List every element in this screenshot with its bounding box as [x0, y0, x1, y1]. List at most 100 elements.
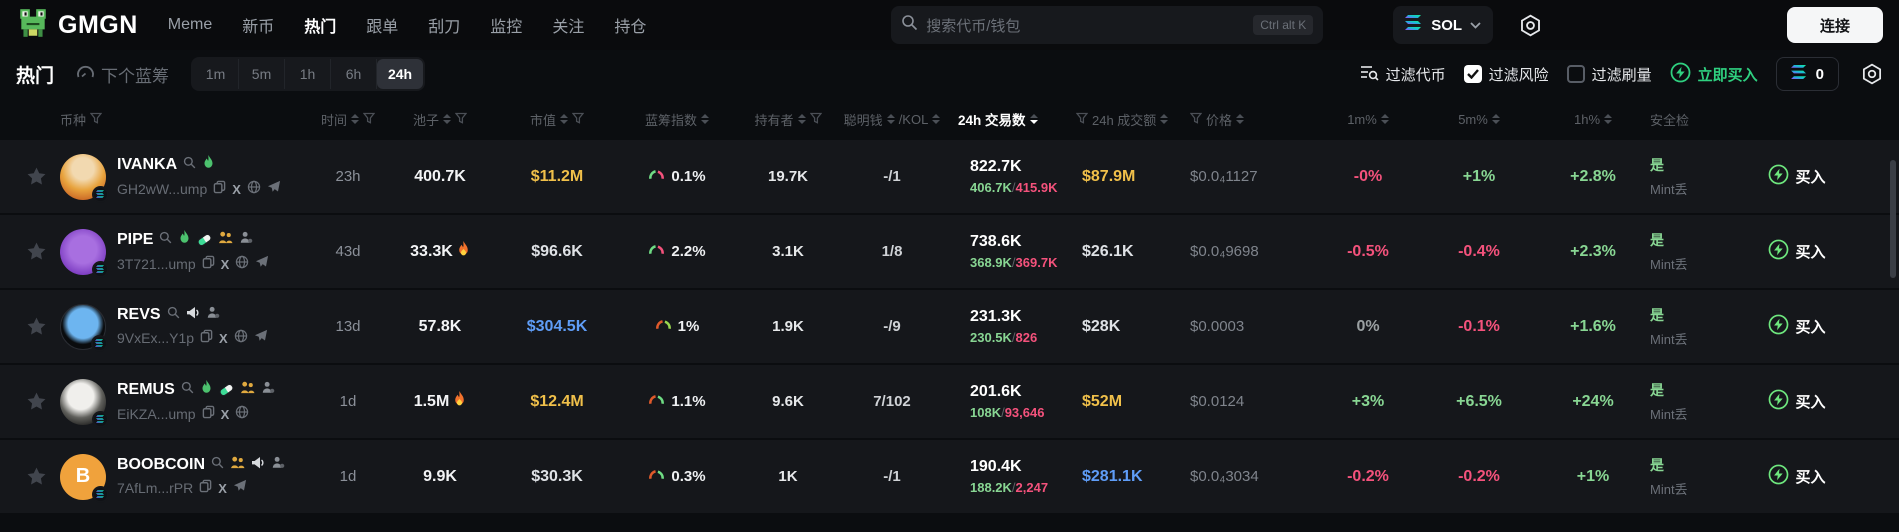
token-avatar[interactable]: [60, 303, 108, 352]
sort-icon-active[interactable]: [1029, 114, 1038, 124]
filter-funnel-icon[interactable]: [809, 112, 822, 127]
x-social-icon[interactable]: X: [221, 258, 230, 271]
filter-funnel-icon[interactable]: [1075, 112, 1089, 127]
buy-button[interactable]: 买入: [1768, 239, 1826, 264]
nav-item-hot[interactable]: 热门: [304, 13, 336, 37]
nav-item-copytrade[interactable]: 跟单: [366, 13, 398, 37]
header-price[interactable]: 价格: [1182, 110, 1314, 129]
header-bluechip[interactable]: 蓝筹指数: [618, 110, 736, 129]
nav-item-meme[interactable]: Meme: [168, 16, 212, 34]
table-row[interactable]: B BOOBCOIN 7AfLm...rPR X 1d 9.9K $30.3K: [0, 440, 1899, 515]
settings-icon[interactable]: [1861, 63, 1883, 85]
table-row[interactable]: REVS 9VxEx...Y1p X 13d 57.8K $304.5K 1% …: [0, 290, 1899, 365]
header-1m[interactable]: 1m%: [1314, 112, 1422, 127]
search-icon[interactable]: [181, 381, 194, 399]
x-social-icon[interactable]: X: [232, 183, 241, 196]
header-holders[interactable]: 持有者: [736, 110, 840, 129]
token-avatar[interactable]: [60, 228, 109, 278]
token-cell[interactable]: REVS 9VxEx...Y1p X: [60, 303, 312, 352]
sort-icon[interactable]: [797, 114, 806, 124]
filter-funnel-icon[interactable]: [362, 112, 376, 127]
scrollbar[interactable]: [1890, 160, 1896, 278]
timeframe-6h[interactable]: 6h: [331, 59, 378, 89]
sort-icon[interactable]: [701, 114, 709, 124]
timeframe-1h[interactable]: 1h: [285, 59, 332, 89]
filter-risk-checkbox[interactable]: 过滤风险: [1463, 64, 1549, 85]
favorite-star-icon[interactable]: [12, 166, 60, 187]
header-5m[interactable]: 5m%: [1422, 112, 1536, 127]
sort-icon[interactable]: [443, 114, 451, 124]
token-avatar[interactable]: B: [60, 453, 109, 503]
favorite-star-icon[interactable]: [12, 241, 60, 262]
sort-icon[interactable]: [1380, 114, 1389, 124]
token-avatar[interactable]: [60, 378, 109, 428]
header-mcap[interactable]: 市值: [496, 110, 618, 129]
header-1h[interactable]: 1h%: [1536, 112, 1650, 127]
token-cell[interactable]: IVANKA GH2wW...ump X: [60, 153, 312, 203]
sort-icon[interactable]: [886, 114, 895, 124]
copy-icon[interactable]: [202, 255, 215, 274]
copy-icon[interactable]: [200, 329, 213, 348]
nav-item-monitor[interactable]: 监控: [490, 13, 522, 37]
buy-button[interactable]: 买入: [1768, 164, 1826, 189]
favorite-star-icon[interactable]: [12, 466, 60, 487]
search-icon[interactable]: [167, 306, 180, 324]
sort-icon[interactable]: [351, 114, 359, 124]
header-pool[interactable]: 池子: [384, 110, 496, 129]
nav-item-holdings[interactable]: 持仓: [614, 13, 646, 37]
filter-funnel-icon[interactable]: [89, 112, 103, 127]
buy-button[interactable]: 买入: [1768, 314, 1826, 339]
sort-icon[interactable]: [1604, 114, 1613, 124]
buy-button[interactable]: 买入: [1768, 464, 1826, 489]
header-token[interactable]: 币种: [60, 110, 312, 129]
buy-button[interactable]: 买入: [1768, 389, 1826, 414]
token-name[interactable]: IVANKA: [117, 156, 177, 174]
token-name[interactable]: REVS: [117, 306, 161, 324]
token-name[interactable]: PIPE: [117, 231, 153, 249]
search-icon[interactable]: [211, 456, 224, 474]
nav-item-new[interactable]: 新币: [242, 13, 274, 37]
telegram-icon[interactable]: [255, 255, 269, 273]
nav-item-follow[interactable]: 关注: [552, 13, 584, 37]
filter-funnel-icon[interactable]: [454, 112, 468, 127]
table-row[interactable]: REMUS EiKZA...ump X 1d 1.5M $12.4M 1.1% …: [0, 365, 1899, 440]
brand-logo[interactable]: GMGN: [16, 6, 138, 45]
globe-icon[interactable]: [247, 180, 261, 199]
timeframe-24h[interactable]: 24h: [377, 59, 424, 89]
x-social-icon[interactable]: X: [221, 408, 230, 421]
filter-funnel-icon[interactable]: [1189, 112, 1203, 127]
search-icon[interactable]: [159, 231, 172, 249]
copy-icon[interactable]: [199, 479, 212, 498]
instant-buy-button[interactable]: 立即买入: [1670, 62, 1758, 87]
globe-icon[interactable]: [235, 405, 249, 424]
telegram-icon[interactable]: [254, 329, 268, 347]
filter-funnel-icon[interactable]: [571, 112, 585, 127]
table-row[interactable]: IVANKA GH2wW...ump X 23h 400.7K $11.2M 0…: [0, 140, 1899, 215]
token-cell[interactable]: REMUS EiKZA...ump X: [60, 378, 312, 428]
copy-icon[interactable]: [213, 180, 226, 199]
sort-icon[interactable]: [932, 114, 941, 124]
balance-pill[interactable]: 0: [1775, 57, 1839, 91]
tab-hot[interactable]: 热门: [16, 61, 54, 88]
table-row[interactable]: PIPE 3T721...ump X 43d 33.3K $96.6K 2.2%…: [0, 215, 1899, 290]
telegram-icon[interactable]: [267, 180, 281, 198]
token-cell[interactable]: PIPE 3T721...ump X: [60, 228, 312, 278]
sort-icon[interactable]: [1236, 114, 1245, 124]
globe-icon[interactable]: [234, 329, 248, 348]
filter-wash-checkbox[interactable]: 过滤刷量: [1566, 64, 1652, 85]
token-cell[interactable]: B BOOBCOIN 7AfLm...rPR X: [60, 453, 312, 503]
search-icon[interactable]: [183, 156, 196, 174]
header-txns[interactable]: 24h 交易数: [944, 109, 1076, 129]
sort-icon[interactable]: [1160, 114, 1169, 124]
token-name[interactable]: REMUS: [117, 381, 175, 399]
connect-wallet-button[interactable]: 连接: [1787, 7, 1883, 43]
filter-token-button[interactable]: 过滤代币: [1360, 64, 1446, 85]
header-volume[interactable]: 24h 成交额: [1075, 110, 1182, 129]
token-name[interactable]: BOOBCOIN: [117, 456, 205, 474]
timeframe-1m[interactable]: 1m: [193, 59, 240, 89]
chain-selector[interactable]: SOL: [1393, 6, 1494, 44]
token-avatar[interactable]: [60, 153, 109, 203]
nav-item-sniper[interactable]: 刮刀: [428, 13, 460, 37]
header-smart-kol[interactable]: 聪明钱 /KOL: [840, 110, 944, 129]
x-social-icon[interactable]: X: [218, 482, 227, 495]
